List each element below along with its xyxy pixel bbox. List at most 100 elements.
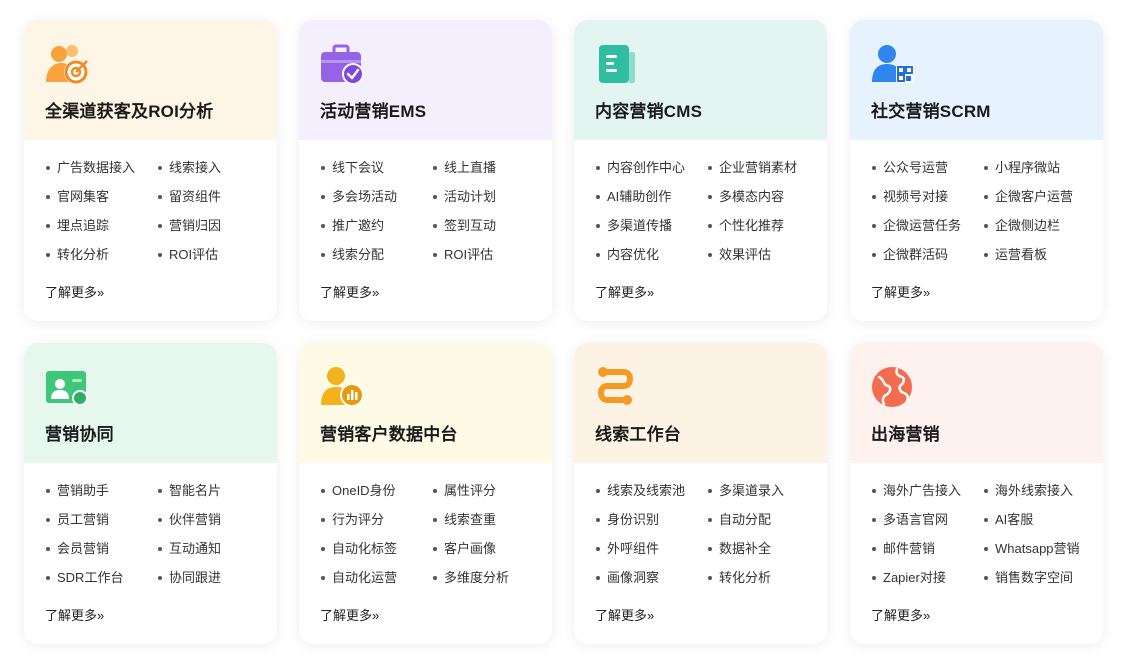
bullet-icon bbox=[872, 224, 876, 228]
list-item[interactable]: 画像洞察 bbox=[595, 569, 707, 598]
list-item[interactable]: 线下会议 bbox=[320, 159, 432, 188]
list-item[interactable]: 会员营销 bbox=[45, 540, 157, 569]
list-item[interactable]: 企微运营任务 bbox=[871, 217, 983, 246]
learn-more-link[interactable]: 了解更多» bbox=[320, 605, 379, 624]
bullet-icon bbox=[872, 195, 876, 199]
list-item[interactable]: 营销归因 bbox=[157, 217, 265, 246]
list-item[interactable]: OneID身份 bbox=[320, 482, 432, 511]
card-roi-analysis: 全渠道获客及ROI分析 广告数据接入 线索接入 官网集客 留资组件 埋点追踪 营… bbox=[24, 20, 277, 321]
list-item[interactable]: 公众号运营 bbox=[871, 159, 983, 188]
list-item[interactable]: 个性化推荐 bbox=[707, 217, 815, 246]
learn-more-link[interactable]: 了解更多» bbox=[595, 282, 654, 301]
list-item[interactable]: 企微客户运营 bbox=[983, 188, 1091, 217]
list-item[interactable]: 线索分配 bbox=[320, 246, 432, 275]
document-icon bbox=[599, 45, 635, 83]
list-item[interactable]: 内容创作中心 bbox=[595, 159, 707, 188]
list-item[interactable]: Zapier对接 bbox=[871, 569, 983, 598]
list-item[interactable]: ROI评估 bbox=[432, 246, 540, 275]
list-item[interactable]: 推广邀约 bbox=[320, 217, 432, 246]
card-title: 活动营销EMS bbox=[320, 102, 427, 121]
bullet-icon bbox=[46, 195, 50, 199]
learn-more-link[interactable]: 了解更多» bbox=[871, 605, 930, 624]
list-item[interactable]: 海外广告接入 bbox=[871, 482, 983, 511]
list-item[interactable]: 转化分析 bbox=[45, 246, 157, 275]
list-item[interactable]: 内容优化 bbox=[595, 246, 707, 275]
list-item[interactable]: SDR工作台 bbox=[45, 569, 157, 598]
list-item[interactable]: 属性评分 bbox=[432, 482, 540, 511]
list-item[interactable]: Whatsapp营销 bbox=[983, 540, 1091, 569]
list-item[interactable]: 智能名片 bbox=[157, 482, 265, 511]
list-item[interactable]: 企微侧边栏 bbox=[983, 217, 1091, 246]
learn-more-link[interactable]: 了解更多» bbox=[595, 605, 654, 624]
bullet-icon bbox=[708, 576, 712, 580]
bullet-icon bbox=[433, 195, 437, 199]
bullet-icon bbox=[433, 253, 437, 257]
bullet-icon bbox=[46, 224, 50, 228]
bullet-icon bbox=[433, 224, 437, 228]
card-title: 线索工作台 bbox=[595, 425, 681, 444]
learn-more-link[interactable]: 了解更多» bbox=[320, 282, 379, 301]
list-item[interactable]: AI辅助创作 bbox=[595, 188, 707, 217]
learn-more-link[interactable]: 了解更多» bbox=[871, 282, 930, 301]
list-item[interactable]: 多渠道传播 bbox=[595, 217, 707, 246]
list-item[interactable]: 小程序微站 bbox=[983, 159, 1091, 188]
learn-more-link[interactable]: 了解更多» bbox=[45, 605, 104, 624]
list-item[interactable]: 销售数字空间 bbox=[983, 569, 1091, 598]
list-item[interactable]: 线索及线索池 bbox=[595, 482, 707, 511]
list-item[interactable]: 自动化运营 bbox=[320, 569, 432, 598]
list-item[interactable]: 自动化标签 bbox=[320, 540, 432, 569]
bullet-icon bbox=[321, 489, 325, 493]
bullet-icon bbox=[158, 195, 162, 199]
list-item[interactable]: 转化分析 bbox=[707, 569, 815, 598]
list-item[interactable]: 线索接入 bbox=[157, 159, 265, 188]
list-item[interactable]: 海外线索接入 bbox=[983, 482, 1091, 511]
list-item[interactable]: 身份识别 bbox=[595, 511, 707, 540]
list-item[interactable]: 签到互动 bbox=[432, 217, 540, 246]
list-item[interactable]: 多会场活动 bbox=[320, 188, 432, 217]
list-item[interactable]: 企微群活码 bbox=[871, 246, 983, 275]
list-item[interactable]: 行为评分 bbox=[320, 511, 432, 540]
list-item[interactable]: 数据补全 bbox=[707, 540, 815, 569]
bullet-icon bbox=[708, 518, 712, 522]
list-item[interactable]: 留资组件 bbox=[157, 188, 265, 217]
list-item[interactable]: 协同跟进 bbox=[157, 569, 265, 598]
feature-list: 线索及线索池 多渠道录入 身份识别 自动分配 外呼组件 数据补全 画像洞察 转化… bbox=[595, 482, 815, 598]
list-item[interactable]: 营销助手 bbox=[45, 482, 157, 511]
list-item[interactable]: 官网集客 bbox=[45, 188, 157, 217]
list-item[interactable]: 视频号对接 bbox=[871, 188, 983, 217]
list-item[interactable]: 自动分配 bbox=[707, 511, 815, 540]
bullet-icon bbox=[984, 224, 988, 228]
learn-more-link[interactable]: 了解更多» bbox=[45, 282, 104, 301]
list-item[interactable]: 线上直播 bbox=[432, 159, 540, 188]
bullet-icon bbox=[433, 547, 437, 551]
list-item[interactable]: 线索查重 bbox=[432, 511, 540, 540]
bullet-icon bbox=[596, 489, 600, 493]
bullet-icon bbox=[596, 195, 600, 199]
list-item[interactable]: 运营看板 bbox=[983, 246, 1091, 275]
list-item[interactable]: 员工营销 bbox=[45, 511, 157, 540]
list-item[interactable]: 多渠道录入 bbox=[707, 482, 815, 511]
bullet-icon bbox=[433, 518, 437, 522]
list-item[interactable]: 埋点追踪 bbox=[45, 217, 157, 246]
list-item[interactable]: 效果评估 bbox=[707, 246, 815, 275]
list-item[interactable]: 外呼组件 bbox=[595, 540, 707, 569]
bullet-icon bbox=[433, 489, 437, 493]
list-item[interactable]: 企业营销素材 bbox=[707, 159, 815, 188]
list-item[interactable]: 客户画像 bbox=[432, 540, 540, 569]
feature-list: 海外广告接入 海外线索接入 多语言官网 AI客服 邮件营销 Whatsapp营销… bbox=[871, 482, 1091, 598]
bullet-icon bbox=[708, 195, 712, 199]
list-item[interactable]: 多维度分析 bbox=[432, 569, 540, 598]
list-item[interactable]: 活动计划 bbox=[432, 188, 540, 217]
list-item[interactable]: 邮件营销 bbox=[871, 540, 983, 569]
list-item[interactable]: 伙伴营销 bbox=[157, 511, 265, 540]
feature-list: 广告数据接入 线索接入 官网集客 留资组件 埋点追踪 营销归因 转化分析 ROI… bbox=[45, 159, 265, 275]
list-item[interactable]: 多语言官网 bbox=[871, 511, 983, 540]
list-item[interactable]: ROI评估 bbox=[157, 246, 265, 275]
feature-list: 营销助手 智能名片 员工营销 伙伴营销 会员营销 互动通知 SDR工作台 协同跟… bbox=[45, 482, 265, 598]
bullet-icon bbox=[596, 518, 600, 522]
list-item[interactable]: 广告数据接入 bbox=[45, 159, 157, 188]
bullet-icon bbox=[984, 489, 988, 493]
list-item[interactable]: AI客服 bbox=[983, 511, 1091, 540]
list-item[interactable]: 多模态内容 bbox=[707, 188, 815, 217]
list-item[interactable]: 互动通知 bbox=[157, 540, 265, 569]
